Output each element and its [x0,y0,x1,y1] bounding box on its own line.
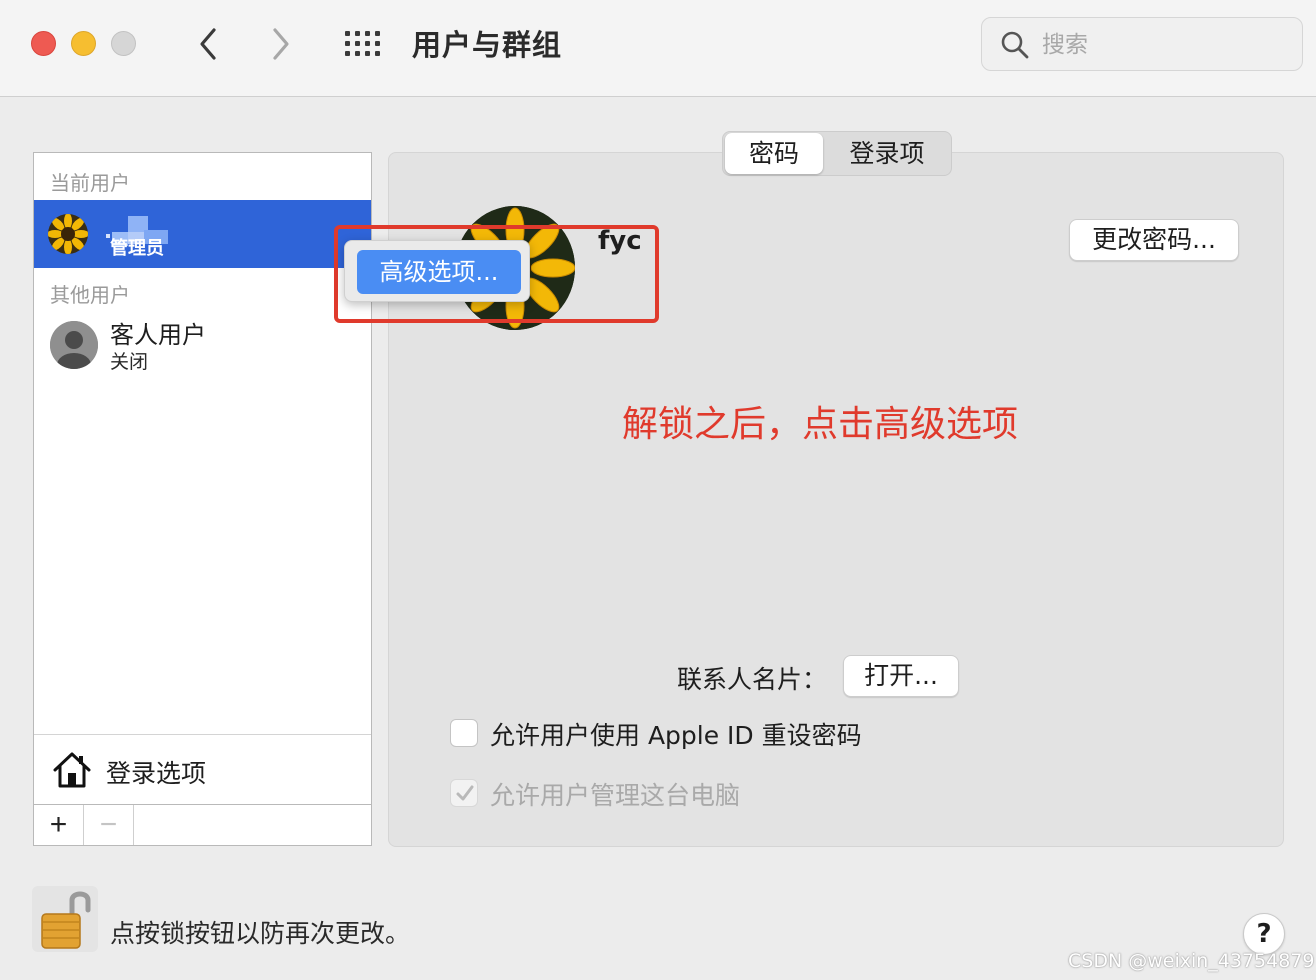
search-icon [1001,31,1029,59]
tab-password[interactable]: 密码 [725,133,823,174]
current-user-role: 管理员 [110,238,164,259]
login-options-label: 登录选项 [106,759,207,788]
current-users-heading: 当前用户 [50,171,130,195]
user-avatar [48,214,88,254]
guest-user-name: 客人用户 [110,321,206,349]
search-input[interactable] [1042,26,1282,64]
lock-hint-text: 点按锁按钮以防再次更改。 [110,919,411,948]
admin-checkbox [450,779,478,807]
forward-chevron-icon [273,28,289,60]
tab-login-items[interactable]: 登录项 [827,133,947,174]
back-chevron-icon [200,28,216,60]
window-title: 用户与群组 [412,28,563,62]
annotation-text: 解锁之后，点击高级选项 [622,404,1019,445]
search-field[interactable] [981,17,1303,71]
login-options-item[interactable]: 登录选项 [34,734,371,804]
add-user-button[interactable]: + [34,805,84,845]
checkmark-icon [456,785,474,801]
advanced-options-popup: 高级选项... [344,240,530,302]
title-bar: 用户与群组 [0,0,1316,97]
open-contact-card-button[interactable]: 打开... [843,655,959,697]
back-button[interactable] [190,24,224,64]
guest-user-item[interactable]: 客人用户 关闭 [34,307,371,373]
change-password-button[interactable]: 更改密码... [1069,219,1239,261]
guest-user-status: 关闭 [110,351,149,373]
user-list: 当前用户 管理员 其他用户 客人用户 关闭 登录选项 + − [33,152,372,846]
lock-open-icon[interactable] [32,886,98,952]
close-window-button[interactable] [31,31,56,56]
current-user-item[interactable]: 管理员 [34,200,371,268]
watermark: CSDN @weixin_43754879 [1068,950,1315,972]
admin-label: 允许用户管理这台电脑 [490,781,741,810]
apple-id-reset-checkbox[interactable] [450,719,478,747]
list-toolbar: + − [34,804,371,845]
contact-card-label: 联系人名片： [677,665,828,694]
show-all-grid-icon[interactable] [344,29,382,59]
other-users-heading: 其他用户 [50,283,130,307]
guest-avatar-icon [50,321,98,369]
zoom-window-button[interactable] [111,31,136,56]
minimize-window-button[interactable] [71,31,96,56]
apple-id-reset-label: 允许用户使用 Apple ID 重设密码 [490,721,862,750]
remove-user-button[interactable]: − [84,805,134,845]
house-icon [53,752,91,788]
forward-button[interactable] [265,24,299,64]
advanced-options-button[interactable]: 高级选项... [357,250,521,294]
tab-bar: 密码 登录项 [722,131,952,176]
help-button[interactable]: ? [1243,913,1285,955]
